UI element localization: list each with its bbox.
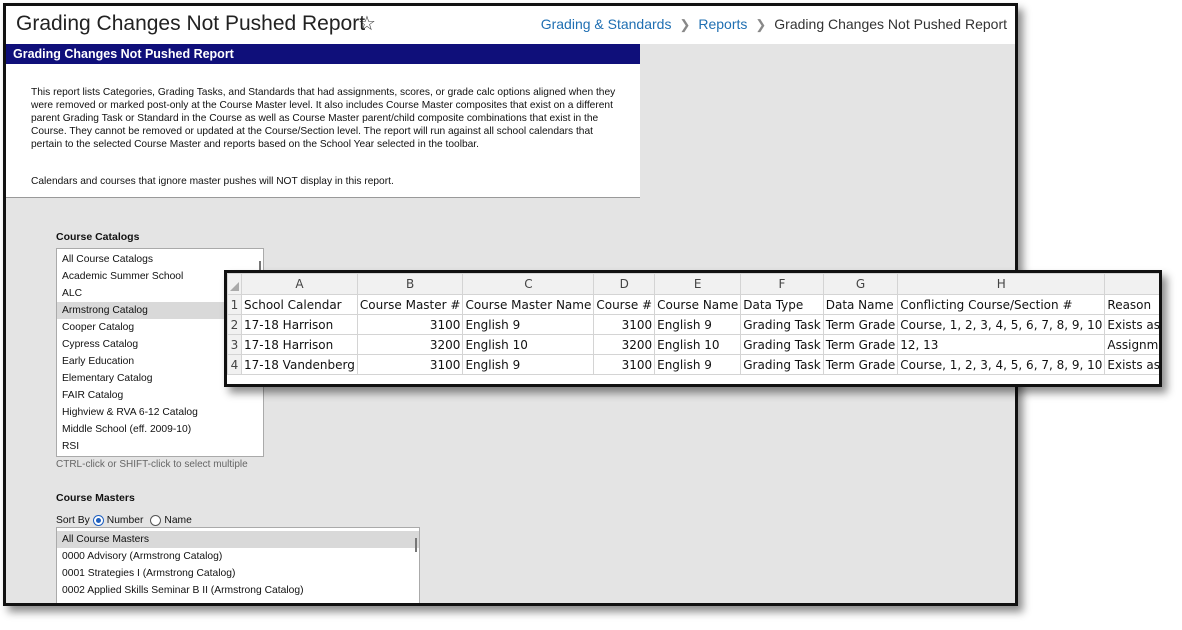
table-cell[interactable]: 17-18 Harrison <box>241 334 358 355</box>
top-bar: Grading Changes Not Pushed Report ☆ Grad… <box>6 6 1015 44</box>
table-cell[interactable]: 3200 <box>356 334 464 355</box>
catalog-item[interactable]: Middle School (eff. 2009-10) <box>57 421 263 438</box>
report-info-panel: Grading Changes Not Pushed Report This r… <box>6 44 640 198</box>
column-header-row: A B C D E F G H I <box>227 273 1159 295</box>
table-cell[interactable]: Conflicting Course/Section # <box>897 294 1106 315</box>
column-header[interactable]: A <box>241 273 358 295</box>
row-header[interactable]: 3 <box>227 334 242 355</box>
table-cell[interactable]: Term Grade <box>822 334 899 355</box>
table-row: 2 17-18 Harrison 3100 English 9 3100 Eng… <box>227 314 1159 335</box>
column-header[interactable]: E <box>654 273 742 295</box>
table-cell[interactable]: Course, 1, 2, 3, 4, 5, 6, 7, 8, 9, 10 <box>897 354 1106 375</box>
spreadsheet-table: A B C D E F G H I 1 School Calendar Cour… <box>227 273 1159 375</box>
table-cell[interactable]: Course # <box>593 294 656 315</box>
catalog-item[interactable]: FAIR Catalog <box>57 387 263 404</box>
table-cell[interactable]: Grading Task <box>740 314 824 335</box>
table-cell[interactable]: Reason <box>1104 294 1159 315</box>
table-cell[interactable]: Course Name <box>654 294 742 315</box>
select-all-corner[interactable] <box>227 273 242 295</box>
table-cell[interactable]: 3100 <box>356 314 464 335</box>
column-header[interactable]: B <box>356 273 464 295</box>
table-cell[interactable]: Exists as a composite <box>1104 314 1159 335</box>
table-row: 1 School Calendar Course Master # Course… <box>227 294 1159 315</box>
course-catalogs-label: Course Catalogs <box>56 231 140 243</box>
table-cell[interactable]: 3200 <box>593 334 656 355</box>
table-cell[interactable]: School Calendar <box>241 294 358 315</box>
catalog-item[interactable]: All Course Catalogs <box>57 251 263 268</box>
table-cell[interactable]: English 10 <box>654 334 742 355</box>
table-cell[interactable]: English 9 <box>462 314 595 335</box>
table-cell[interactable]: Exists as a composite <box>1104 354 1159 375</box>
course-masters-listbox[interactable]: All Course Masters 0000 Advisory (Armstr… <box>56 527 420 603</box>
table-cell[interactable]: 12, 13 <box>897 334 1106 355</box>
column-header[interactable]: G <box>822 273 899 295</box>
sort-number-label: Number <box>106 515 144 526</box>
sort-by-group: Sort By Number Name <box>56 515 192 526</box>
table-cell[interactable]: English 9 <box>462 354 595 375</box>
table-cell[interactable]: Term Grade <box>822 354 899 375</box>
chevron-right-icon: ❯ <box>755 17 767 32</box>
column-header[interactable]: F <box>740 273 824 295</box>
row-header[interactable]: 2 <box>227 314 242 335</box>
table-cell[interactable]: Term Grade <box>822 314 899 335</box>
master-item[interactable]: 0000 Advisory (Armstrong Catalog) <box>57 548 419 565</box>
table-cell[interactable]: 17-18 Vandenberg <box>241 354 358 375</box>
breadcrumb-reports[interactable]: Reports <box>698 16 747 32</box>
catalog-item[interactable]: Highview & RVA 6-12 Catalog <box>57 404 263 421</box>
table-cell[interactable]: 3100 <box>356 354 464 375</box>
table-cell[interactable]: English 10 <box>462 334 595 355</box>
table-row: 3 17-18 Harrison 3200 English 10 3200 En… <box>227 334 1159 355</box>
breadcrumb-grading-standards[interactable]: Grading & Standards <box>541 16 672 32</box>
table-cell[interactable]: Course Master # <box>356 294 464 315</box>
breadcrumb: Grading & Standards ❯ Reports ❯ Grading Chan… <box>541 16 1007 33</box>
sort-name-label: Name <box>164 515 192 526</box>
breadcrumb-current: Grading Changes Not Pushed Report <box>774 16 1007 32</box>
catalog-item[interactable]: RSI <box>57 438 263 455</box>
chevron-right-icon: ❯ <box>679 17 691 32</box>
sort-number-radio[interactable] <box>92 515 104 526</box>
table-cell[interactable]: Data Type <box>740 294 824 315</box>
row-header[interactable]: 4 <box>227 354 242 375</box>
sort-by-label: Sort By <box>56 515 90 526</box>
column-header[interactable]: I <box>1104 273 1159 295</box>
column-header[interactable]: H <box>897 273 1106 295</box>
table-cell[interactable]: 3100 <box>593 354 656 375</box>
table-cell[interactable]: Data Name <box>822 294 899 315</box>
column-header[interactable]: C <box>462 273 595 295</box>
report-description: This report lists Categories, Grading Ta… <box>31 87 616 150</box>
table-cell[interactable]: Assignment <box>1104 334 1159 355</box>
page-title: Grading Changes Not Pushed Report <box>16 12 366 35</box>
table-cell[interactable]: Course, 1, 2, 3, 4, 5, 6, 7, 8, 9, 10 <box>897 314 1106 335</box>
table-cell[interactable]: Grading Task <box>740 354 824 375</box>
table-row: 4 17-18 Vandenberg 3100 English 9 3100 E… <box>227 354 1159 375</box>
panel-title: Grading Changes Not Pushed Report <box>6 44 640 64</box>
report-note: Calendars and courses that ignore master… <box>31 176 394 187</box>
spreadsheet-overlay: A B C D E F G H I 1 School Calendar Cour… <box>224 270 1162 387</box>
course-masters-label: Course Masters <box>56 492 135 504</box>
star-icon[interactable]: ☆ <box>358 11 376 36</box>
multi-select-hint: CTRL-click or SHIFT-click to select mult… <box>56 459 248 470</box>
master-item[interactable]: 0001 Strategies I (Armstrong Catalog) <box>57 565 419 582</box>
table-cell[interactable]: English 9 <box>654 314 742 335</box>
row-header[interactable]: 1 <box>227 294 242 315</box>
master-item[interactable]: 0002 Applied Skills Seminar B II (Armstr… <box>57 582 419 599</box>
column-header[interactable]: D <box>593 273 656 295</box>
scrollbar[interactable] <box>415 538 417 552</box>
table-cell[interactable]: Course Master Name <box>462 294 595 315</box>
table-cell[interactable]: 3100 <box>593 314 656 335</box>
table-cell[interactable]: English 9 <box>654 354 742 375</box>
master-item-selected[interactable]: All Course Masters <box>57 531 419 548</box>
table-cell[interactable]: Grading Task <box>740 334 824 355</box>
sort-name-radio[interactable] <box>150 515 162 526</box>
master-items: All Course Masters 0000 Advisory (Armstr… <box>57 528 419 599</box>
table-cell[interactable]: 17-18 Harrison <box>241 314 358 335</box>
